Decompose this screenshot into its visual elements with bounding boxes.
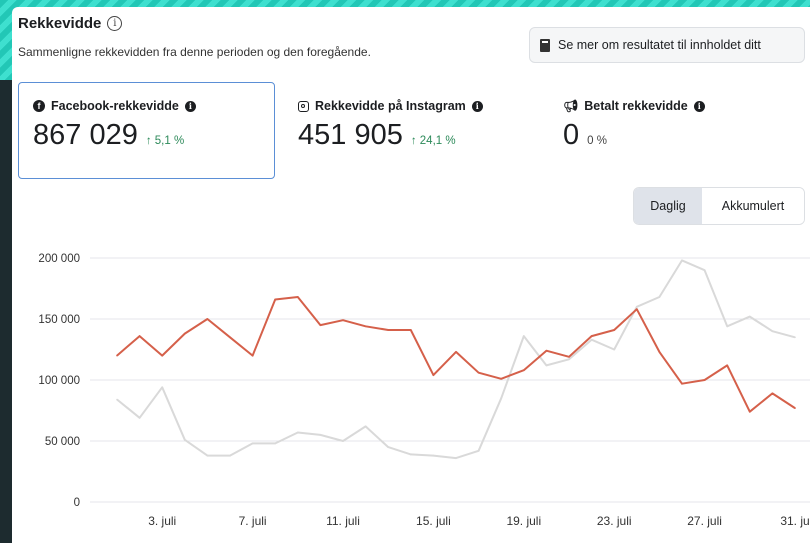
- data-point-previous: [364, 425, 367, 428]
- data-point-current: [342, 319, 344, 322]
- data-point-previous: [545, 364, 548, 367]
- y-tick-label: 50 000: [45, 436, 80, 448]
- data-point-current: [477, 371, 480, 374]
- data-point-current: [703, 379, 706, 381]
- data-point-previous: [138, 417, 141, 419]
- data-point-previous: [342, 440, 344, 442]
- data-point-current: [568, 356, 570, 358]
- data-point-previous: [432, 454, 435, 457]
- x-tick-label: 11. juli: [326, 514, 360, 528]
- data-point-current: [432, 374, 435, 376]
- data-point-current: [229, 336, 231, 339]
- data-point-current: [726, 364, 728, 367]
- data-point-current: [658, 351, 661, 353]
- reach-line-chart: 200 000 150 000 100 000 50 000 0 3. juli 7. ju…: [38, 253, 810, 528]
- data-point-previous: [568, 358, 570, 361]
- data-point-previous: [229, 454, 231, 457]
- data-point-previous: [319, 434, 322, 436]
- data-point-previous: [410, 453, 412, 456]
- data-point-previous: [500, 397, 503, 400]
- data-point-current: [387, 329, 390, 331]
- x-tick-label: 3. juli: [148, 514, 176, 528]
- data-point-current: [138, 335, 141, 337]
- data-point-previous: [794, 336, 796, 339]
- data-point-current: [636, 308, 638, 311]
- data-point-current: [116, 354, 118, 357]
- data-point-current: [523, 369, 525, 372]
- data-point-previous: [297, 431, 299, 434]
- data-point-previous: [184, 439, 186, 441]
- data-point-previous: [681, 259, 683, 262]
- data-point-current: [794, 407, 796, 409]
- x-tick-label: 31. ju: [780, 514, 809, 528]
- data-point-previous: [206, 454, 209, 457]
- y-tick-label: 200 000: [38, 253, 80, 265]
- data-point-previous: [771, 330, 774, 333]
- data-point-current: [590, 335, 593, 337]
- data-point-previous: [749, 315, 751, 318]
- data-point-current: [681, 382, 683, 385]
- data-point-previous: [477, 450, 480, 452]
- data-point-previous: [613, 348, 615, 351]
- data-point-current: [410, 329, 412, 331]
- data-point-previous: [116, 398, 118, 401]
- x-tick-label: 27. juli: [687, 514, 722, 528]
- data-point-previous: [590, 338, 593, 341]
- data-point-previous: [703, 269, 706, 272]
- data-point-previous: [251, 442, 254, 445]
- series-line-previous: [116, 259, 796, 460]
- data-point-current: [613, 329, 615, 331]
- data-point-current: [545, 349, 548, 352]
- data-point-current: [319, 324, 322, 326]
- data-point-current: [274, 298, 277, 301]
- data-point-current: [500, 378, 503, 380]
- data-point-current: [297, 296, 299, 298]
- data-point-previous: [455, 457, 457, 459]
- x-tick-label: 19. juli: [506, 514, 541, 528]
- data-point-current: [184, 332, 186, 335]
- data-point-current: [455, 351, 457, 353]
- data-point-previous: [161, 386, 163, 389]
- x-tick-label: 15. juli: [416, 514, 451, 528]
- data-point-previous: [636, 306, 638, 308]
- data-point-previous: [726, 325, 728, 328]
- series-line-current: [116, 296, 796, 413]
- y-tick-label: 100 000: [38, 375, 80, 387]
- data-point-previous: [658, 296, 661, 298]
- y-tick-label: 0: [74, 497, 80, 509]
- x-tick-label: 23. juli: [597, 514, 632, 528]
- data-point-current: [364, 325, 367, 328]
- y-tick-label: 150 000: [38, 314, 80, 326]
- data-point-current: [771, 392, 774, 395]
- data-point-current: [206, 318, 209, 320]
- data-point-previous: [387, 446, 390, 448]
- data-point-previous: [274, 442, 277, 445]
- x-tick-label: 7. juli: [239, 514, 267, 528]
- data-point-current: [251, 354, 254, 357]
- data-point-current: [161, 354, 163, 357]
- data-point-current: [749, 410, 751, 413]
- data-point-previous: [523, 335, 525, 337]
